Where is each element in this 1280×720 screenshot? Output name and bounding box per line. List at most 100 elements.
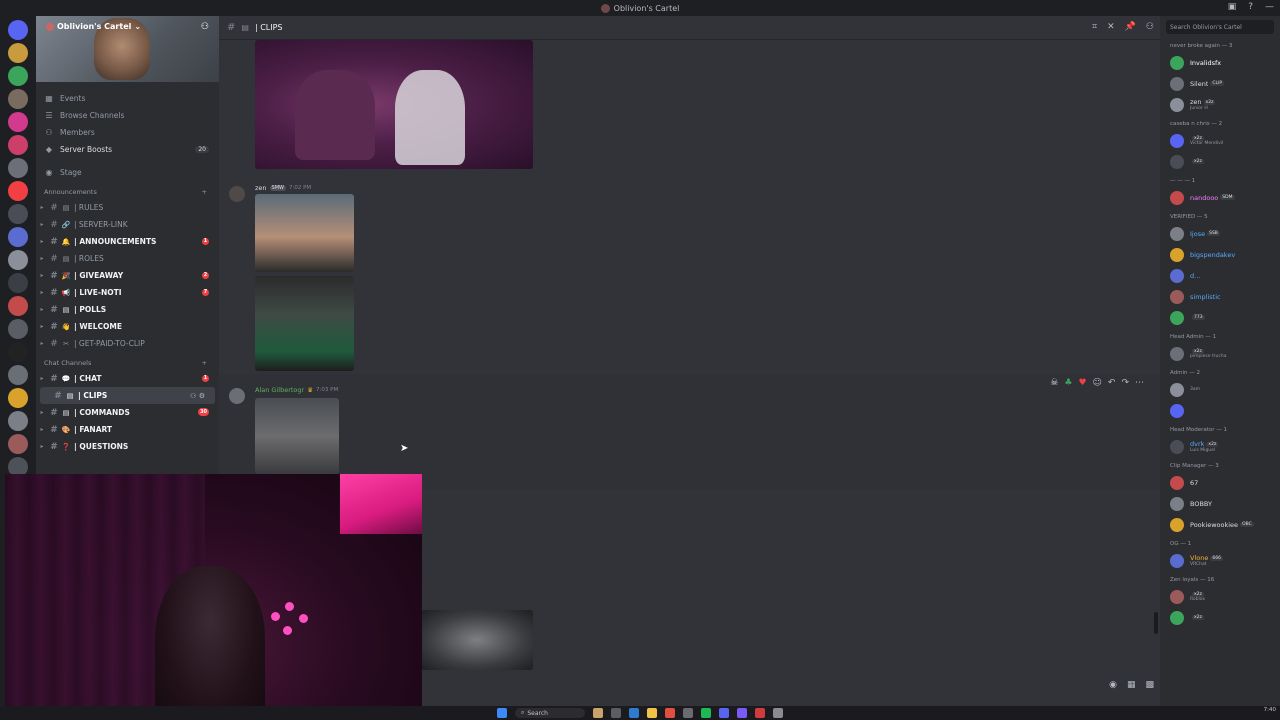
apps-icon[interactable]: ▩ [1145, 680, 1154, 690]
expand-arrow-icon[interactable]: ▸ [36, 255, 48, 262]
more-icon[interactable]: ⋯ [1135, 378, 1144, 388]
server-icon[interactable] [8, 365, 28, 385]
avatar[interactable] [229, 186, 245, 202]
app-icon[interactable] [701, 708, 711, 718]
expand-arrow-icon[interactable]: ▸ [36, 375, 48, 382]
channel-item[interactable]: ▸ # ▤ | COMMANDS 30 [36, 404, 219, 421]
avatar[interactable] [229, 388, 245, 404]
pin-icon[interactable]: 📌 [1125, 22, 1136, 32]
server-icon[interactable] [8, 204, 28, 224]
app-icon[interactable] [629, 708, 639, 718]
member-item[interactable]: Ijose SSB [1160, 223, 1280, 244]
member-item[interactable]: Vlone 666 VRChat [1160, 550, 1280, 571]
member-item[interactable]: x2z pimpiese trucha [1160, 343, 1280, 364]
member-item[interactable]: x2z [1160, 607, 1280, 628]
category-header[interactable]: Chat Channels + [36, 356, 219, 370]
expand-arrow-icon[interactable]: ▸ [36, 323, 48, 330]
app-icon[interactable] [647, 708, 657, 718]
channel-settings-icon[interactable]: ⚇ ⚙ [190, 392, 205, 400]
clip-image-1[interactable] [255, 40, 533, 169]
category-header[interactable]: Announcements + [36, 185, 219, 199]
member-item[interactable]: d... [1160, 265, 1280, 286]
expand-arrow-icon[interactable]: ▸ [36, 289, 48, 296]
clip-image-2[interactable] [255, 194, 354, 272]
channel-item[interactable]: ▸ # 🎉 | GIVEAWAY 2 [36, 267, 219, 284]
search-input[interactable]: Search Oblivion's Cartel [1166, 20, 1274, 34]
add-member-icon[interactable]: ⚇ [201, 22, 209, 32]
expand-arrow-icon[interactable]: ▸ [36, 409, 48, 416]
server-icon[interactable] [8, 20, 28, 40]
server-icon[interactable] [8, 43, 28, 63]
member-item[interactable]: nandooo SDM [1160, 187, 1280, 208]
start-icon[interactable] [497, 708, 507, 718]
server-icon[interactable] [8, 434, 28, 454]
server-icon[interactable] [8, 342, 28, 362]
expand-arrow-icon[interactable]: ▸ [36, 272, 48, 279]
channel-item[interactable]: ▸ # ▤ | POLLS [36, 301, 219, 318]
server-icon[interactable] [8, 135, 28, 155]
member-item[interactable]: dvrk x2z Luis Miguel [1160, 436, 1280, 457]
clip-image-5[interactable] [421, 610, 533, 670]
members-toggle-icon[interactable]: ⚇ [1146, 22, 1154, 32]
heart-reaction-icon[interactable]: ♥ [1078, 378, 1086, 388]
expand-arrow-icon[interactable]: ▸ [36, 306, 48, 313]
member-item[interactable]: 67 [1160, 472, 1280, 493]
mute-icon[interactable]: ✕ [1107, 22, 1115, 32]
member-item[interactable]: Invalidsfx [1160, 52, 1280, 73]
add-channel-icon[interactable]: + [202, 359, 207, 367]
sidebar-item-server-boosts[interactable]: ◆ Server Boosts 20 [36, 141, 219, 158]
green-reaction-icon[interactable]: ♣ [1064, 378, 1072, 388]
member-item[interactable]: zen x2z Junior H [1160, 94, 1280, 115]
minimize-icon[interactable]: — [1265, 2, 1274, 12]
clip-image-3[interactable] [255, 276, 354, 371]
member-item[interactable]: x2z Roblox [1160, 586, 1280, 607]
app-icon[interactable] [665, 708, 675, 718]
member-item[interactable] [1160, 400, 1280, 421]
expand-arrow-icon[interactable]: ▸ [36, 221, 48, 228]
server-icon[interactable] [8, 296, 28, 316]
channel-item[interactable]: ▸ # 💬 | CHAT 1 [36, 370, 219, 387]
member-item[interactable]: 773 [1160, 307, 1280, 328]
app-icon[interactable] [773, 708, 783, 718]
channel-item[interactable]: ▸ # 📢 | LIVE-NOTI 7 [36, 284, 219, 301]
sidebar-item-members[interactable]: ⚇ Members [36, 124, 219, 141]
server-banner[interactable]: Oblivion's Cartel ⌄ ⚇ [36, 16, 219, 82]
threads-icon[interactable]: ⌗ [1092, 22, 1097, 32]
server-icon[interactable] [8, 273, 28, 293]
member-item[interactable]: BOBBY [1160, 493, 1280, 514]
channel-item[interactable]: ▸ # 🔗 | SERVER-LINK [36, 216, 219, 233]
scrollbar[interactable] [1154, 612, 1158, 634]
server-icon[interactable] [8, 181, 28, 201]
app-icon[interactable] [593, 708, 603, 718]
server-icon[interactable] [8, 66, 28, 86]
server-icon[interactable] [8, 411, 28, 431]
expand-arrow-icon[interactable]: ▸ [36, 204, 48, 211]
member-item[interactable]: bigspendakev [1160, 244, 1280, 265]
channel-item[interactable]: ▸ # 👋 | WELCOME [36, 318, 219, 335]
gif-icon[interactable]: ▦ [1127, 680, 1136, 690]
message-author[interactable]: Alan Gilbertogr [255, 386, 304, 394]
server-icon[interactable] [8, 388, 28, 408]
channel-item[interactable]: ▸ # 🎨 | FANART [36, 421, 219, 438]
channel-item[interactable]: # ▤ | CLIPS ⚇ ⚙ [40, 387, 215, 404]
server-icon[interactable] [8, 227, 28, 247]
clip-image-4[interactable] [255, 398, 339, 474]
server-icon[interactable] [8, 250, 28, 270]
expand-arrow-icon[interactable]: ▸ [36, 443, 48, 450]
member-item[interactable]: x2z Victor Mendivil [1160, 130, 1280, 151]
sidebar-item-browse-channels[interactable]: ☰ Browse Channels [36, 107, 219, 124]
app-icon[interactable] [611, 708, 621, 718]
message-author[interactable]: zen [255, 184, 267, 192]
app-icon[interactable] [737, 708, 747, 718]
channel-item[interactable]: ▸ # ▤ | ROLES [36, 250, 219, 267]
inbox-icon[interactable]: ▣ [1228, 2, 1237, 12]
skull-reaction-icon[interactable]: ☠ [1050, 378, 1058, 388]
server-icon[interactable] [8, 158, 28, 178]
expand-arrow-icon[interactable]: ▸ [36, 426, 48, 433]
app-icon[interactable] [755, 708, 765, 718]
forward-icon[interactable]: ↷ [1121, 378, 1129, 388]
reply-icon[interactable]: ↶ [1108, 378, 1116, 388]
sidebar-item-events[interactable]: ▦ Events [36, 90, 219, 107]
add-reaction-icon[interactable]: ☺ [1093, 378, 1102, 388]
help-icon[interactable]: ? [1248, 2, 1253, 12]
